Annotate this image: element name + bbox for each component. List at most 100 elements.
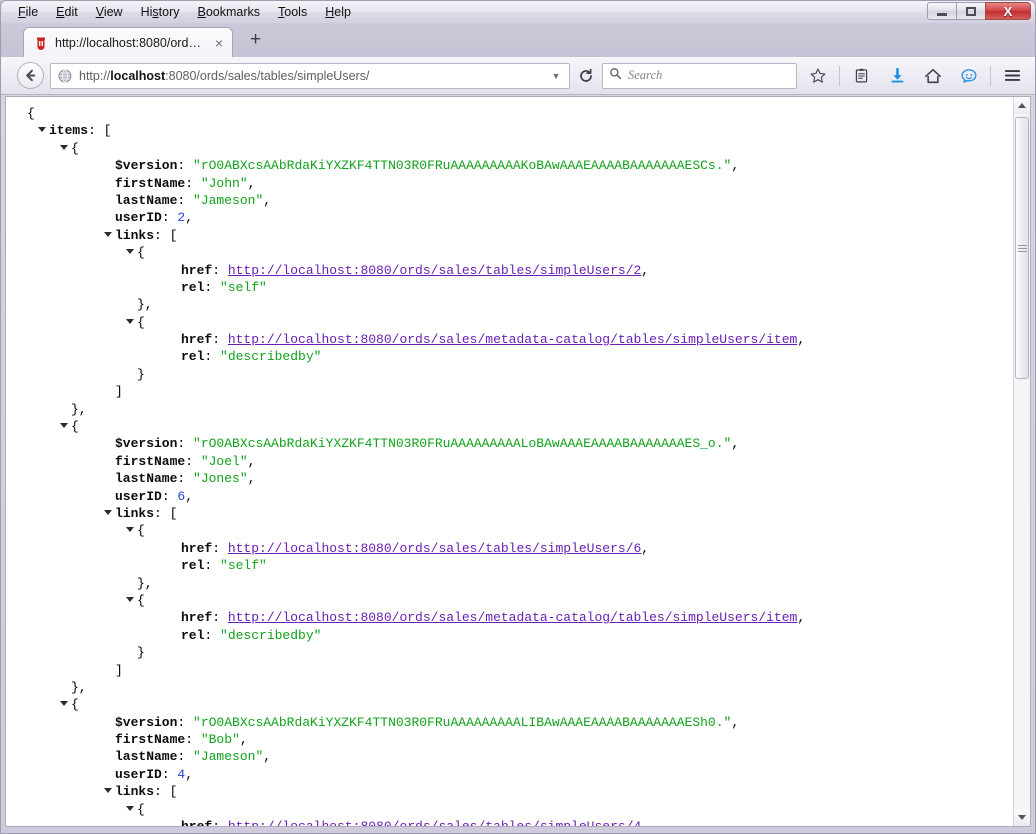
reload-button[interactable] <box>576 68 596 84</box>
collapse-twisty-icon[interactable] <box>126 318 134 324</box>
json-key: href <box>181 819 212 826</box>
json-line: $version: "rO0ABXcsAAbRdaKiYXZKF4TTN03R0… <box>16 714 1013 731</box>
json-line: { <box>16 314 1013 331</box>
collapse-twisty-icon[interactable] <box>104 788 112 794</box>
json-punct: : <box>177 158 194 174</box>
json-key: $version <box>115 436 178 452</box>
json-key: href <box>181 262 213 278</box>
json-line: userID: 6, <box>16 488 1013 505</box>
toolbar-separator-2 <box>990 65 991 86</box>
toolbar-separator <box>839 65 840 86</box>
maximize-restore-button[interactable] <box>956 2 985 20</box>
menu-bookmarks[interactable]: Bookmarks <box>189 2 270 22</box>
json-punct: , <box>641 540 650 556</box>
collapse-twisty-icon[interactable] <box>104 509 112 515</box>
json-punct: : [ <box>154 784 178 800</box>
json-string: "Joel" <box>200 453 248 469</box>
menu-history[interactable]: History <box>132 2 189 22</box>
scroll-up-button[interactable] <box>1014 97 1030 114</box>
collapse-twisty-icon[interactable] <box>104 231 112 237</box>
json-key: firstName <box>115 453 186 469</box>
json-key: lastName <box>115 749 178 765</box>
downloads-button[interactable] <box>882 62 912 90</box>
json-line: href: http://localhost:8080/ords/sales/t… <box>16 540 1013 557</box>
reader-list-icon <box>855 68 867 83</box>
new-tab-button[interactable]: + <box>240 28 271 55</box>
json-string: "self" <box>220 558 267 574</box>
reader-list-button[interactable] <box>846 62 876 90</box>
menu-view[interactable]: View <box>87 2 132 22</box>
sync-chat-button[interactable] <box>954 62 984 90</box>
json-key: rel <box>181 627 205 643</box>
json-line: userID: 4, <box>16 766 1013 783</box>
hamburger-menu-button[interactable] <box>997 62 1027 90</box>
collapse-twisty-icon[interactable] <box>60 144 68 150</box>
search-icon <box>609 67 622 85</box>
json-punct: : [ <box>154 505 178 521</box>
search-box[interactable]: Search <box>602 62 797 89</box>
minimize-button[interactable] <box>927 2 956 20</box>
json-link[interactable]: http://localhost:8080/ords/sales/tables/… <box>228 819 641 826</box>
scroll-down-button[interactable] <box>1014 809 1030 826</box>
json-link[interactable]: http://localhost:8080/ords/sales/tables/… <box>228 541 641 556</box>
tab-active[interactable]: http://localhost:8080/ords/... × <box>23 27 233 57</box>
json-punct: , <box>239 732 248 748</box>
json-link[interactable]: http://localhost:8080/ords/sales/tables/… <box>228 263 641 278</box>
back-arrow-icon <box>26 69 36 82</box>
json-key: firstName <box>115 175 186 191</box>
json-key: rel <box>181 558 205 574</box>
collapse-twisty-icon[interactable] <box>60 423 68 429</box>
json-line: { <box>16 140 1013 157</box>
json-viewer[interactable]: {items: [{$version: "rO0ABXcsAAbRdaKiYXZ… <box>6 97 1013 826</box>
json-line: { <box>16 592 1013 609</box>
json-line: firstName: "Bob", <box>16 731 1013 748</box>
json-punct: { <box>137 801 145 817</box>
json-string: "Jameson" <box>193 749 264 765</box>
menu-edit[interactable]: Edit <box>47 2 87 22</box>
menu-help[interactable]: Help <box>316 2 360 22</box>
menu-tools[interactable]: Tools <box>269 2 316 22</box>
close-button[interactable]: X <box>985 2 1031 20</box>
json-string: "Bob" <box>200 732 240 748</box>
json-line: { <box>16 801 1013 818</box>
json-line: href: http://localhost:8080/ords/sales/t… <box>16 262 1013 279</box>
json-key: lastName <box>115 192 178 208</box>
tab-strip: http://localhost:8080/ords/... × + <box>1 23 1035 57</box>
json-line: firstName: "Joel", <box>16 453 1013 470</box>
json-punct: , <box>641 262 650 278</box>
vertical-scrollbar[interactable] <box>1013 97 1030 826</box>
json-line: { <box>16 418 1013 435</box>
json-punct: : <box>204 279 221 295</box>
json-string: "rO0ABXcsAAbRdaKiYXZKF4TTN03R0FRuAAAAAAA… <box>193 714 732 730</box>
url-scheme: http:// <box>79 68 111 83</box>
collapse-twisty-icon[interactable] <box>38 127 46 133</box>
collapse-twisty-icon[interactable] <box>126 596 134 602</box>
collapse-twisty-icon[interactable] <box>126 805 134 811</box>
json-link[interactable]: http://localhost:8080/ords/sales/metadat… <box>228 610 798 625</box>
json-punct: , <box>797 332 806 348</box>
json-link[interactable]: http://localhost:8080/ords/sales/metadat… <box>228 332 798 347</box>
json-punct: : <box>177 749 194 765</box>
collapse-twisty-icon[interactable] <box>126 527 134 533</box>
json-line: ] <box>16 662 1013 679</box>
collapse-twisty-icon[interactable] <box>126 249 134 255</box>
home-button[interactable] <box>918 62 948 90</box>
menu-file[interactable]: File <box>9 2 47 22</box>
bookmark-star-button[interactable] <box>803 62 833 90</box>
url-text: http://localhost:8080/ords/sales/tables/… <box>79 69 541 83</box>
json-punct: ] <box>115 662 123 678</box>
json-line: rel: "self" <box>16 557 1013 574</box>
json-line: }, <box>16 401 1013 418</box>
url-dropdown-icon[interactable]: ▼ <box>547 71 565 81</box>
scrollbar-thumb[interactable] <box>1015 117 1029 379</box>
collapse-twisty-icon[interactable] <box>60 701 68 707</box>
json-line: lastName: "Jameson", <box>16 748 1013 765</box>
search-input[interactable]: Search <box>628 68 662 83</box>
json-punct: }, <box>71 679 87 695</box>
tab-close-icon[interactable]: × <box>212 36 226 50</box>
url-bar[interactable]: http://localhost:8080/ords/sales/tables/… <box>50 62 570 89</box>
back-button[interactable] <box>17 62 44 89</box>
site-favicon-icon <box>33 35 49 51</box>
json-punct: }, <box>137 575 153 591</box>
json-punct: , <box>247 471 256 487</box>
